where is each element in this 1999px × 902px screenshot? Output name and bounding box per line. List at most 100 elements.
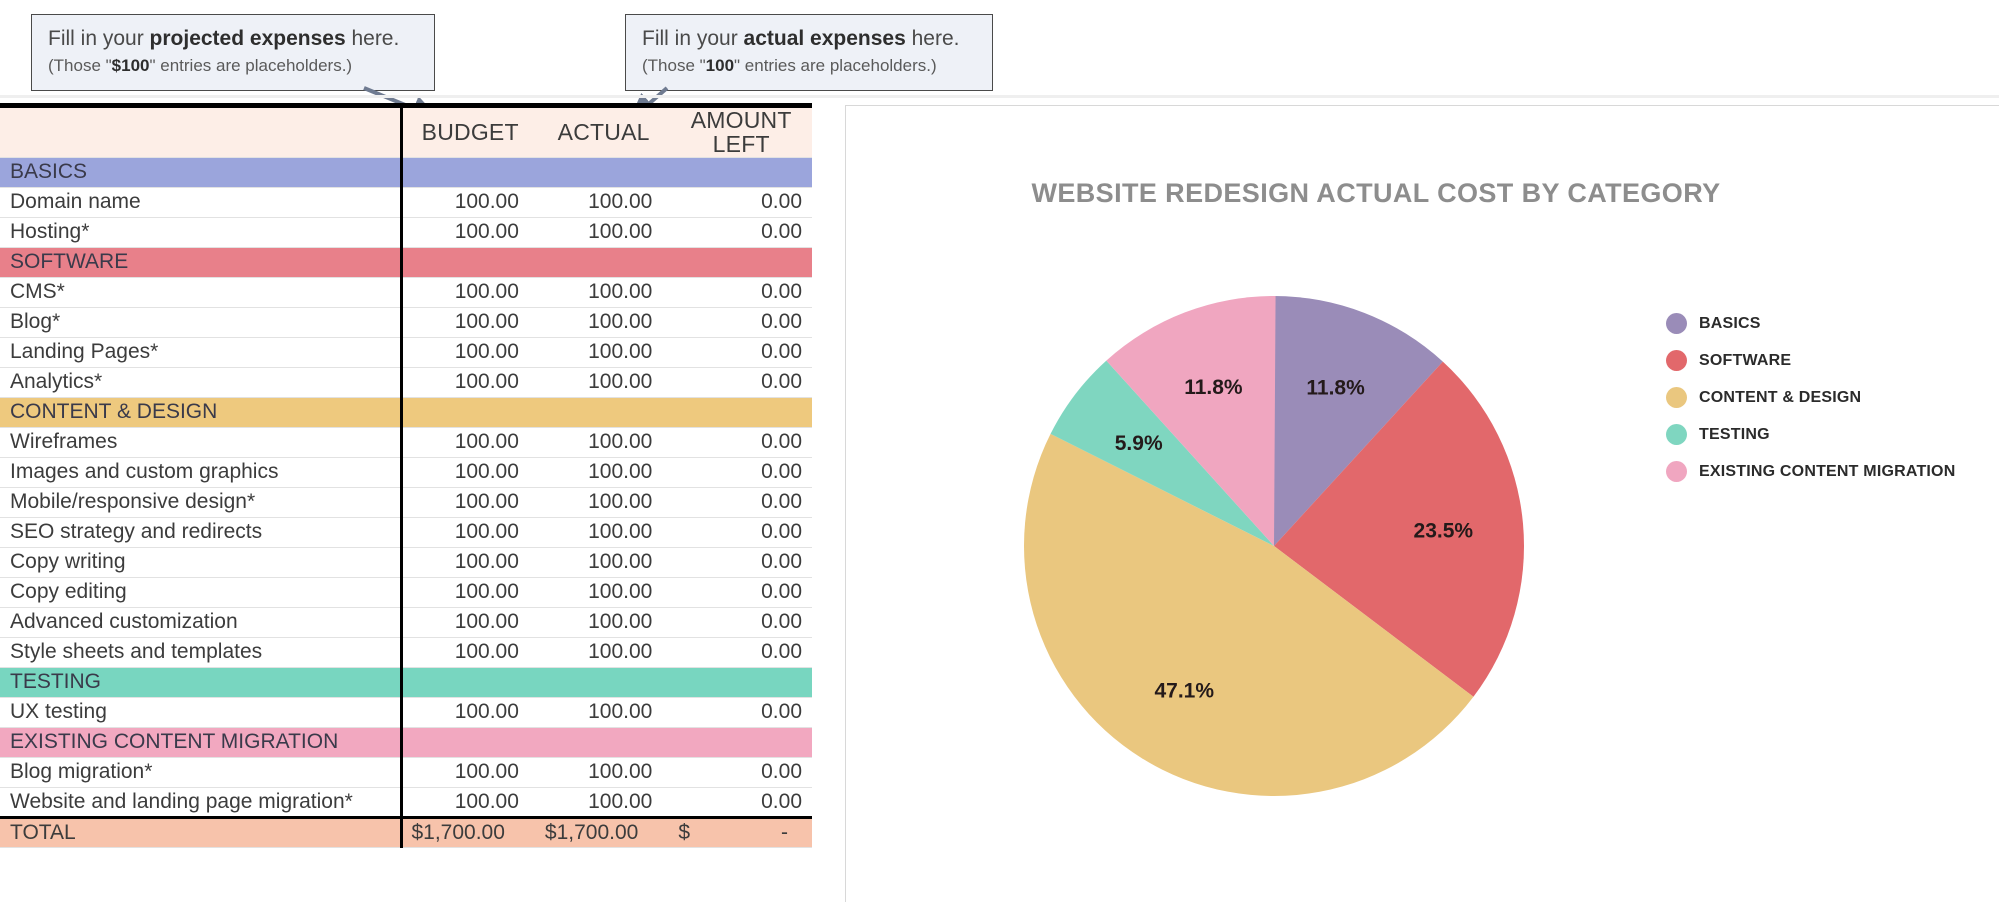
section-header-filler [537,397,670,427]
callout-actual-line2: (Those "100" entries are placeholders.) [642,55,978,78]
line-item-amount-left[interactable]: 0.00 [670,337,812,367]
section-header-filler [402,157,537,187]
line-item-amount-left[interactable]: 0.00 [670,367,812,397]
line-item-actual[interactable]: 100.00 [537,607,670,637]
line-item-actual[interactable]: 100.00 [537,337,670,367]
section-header-row: SOFTWARE [0,247,812,277]
table-row: Wireframes100.00100.000.00 [0,427,812,457]
total-budget-value: 1,700.00 [423,821,505,845]
line-item-budget[interactable]: 100.00 [402,367,537,397]
section-header-filler [670,727,812,757]
line-item-budget[interactable]: 100.00 [402,427,537,457]
legend-label: CONTENT & DESIGN [1699,389,1861,407]
line-item-label: Landing Pages* [0,337,402,367]
line-item-budget[interactable]: 100.00 [402,637,537,667]
line-item-amount-left[interactable]: 0.00 [670,487,812,517]
line-item-budget[interactable]: 100.00 [402,337,537,367]
line-item-amount-left[interactable]: 0.00 [670,607,812,637]
line-item-budget[interactable]: 100.00 [402,757,537,787]
line-item-amount-left[interactable]: 0.00 [670,187,812,217]
total-actual-value: 1,700.00 [557,821,639,845]
pie-slice-label: 47.1% [1154,679,1214,702]
line-item-actual[interactable]: 100.00 [537,577,670,607]
legend-label: BASICS [1699,315,1761,333]
line-item-budget[interactable]: 100.00 [402,187,537,217]
callout-projected-expenses: Fill in your projected expenses here. (T… [31,14,435,91]
line-item-actual[interactable]: 100.00 [537,697,670,727]
legend-label: TESTING [1699,426,1770,444]
line-item-label: Advanced customization [0,607,402,637]
line-item-label: Blog* [0,307,402,337]
callout-actual-expenses: Fill in your actual expenses here. (Thos… [625,14,993,91]
line-item-amount-left[interactable]: 0.00 [670,757,812,787]
line-item-budget[interactable]: 100.00 [402,607,537,637]
line-item-amount-left[interactable]: 0.00 [670,637,812,667]
line-item-amount-left[interactable]: 0.00 [670,427,812,457]
line-item-budget[interactable]: 100.00 [402,577,537,607]
line-item-amount-left[interactable]: 0.00 [670,547,812,577]
line-item-actual[interactable]: 100.00 [537,367,670,397]
line-item-amount-left[interactable]: 0.00 [670,457,812,487]
line-item-label: Images and custom graphics [0,457,402,487]
total-budget-symbol: $ [411,821,423,845]
total-budget: $1,700.00 [402,817,537,847]
legend-item[interactable]: BASICS [1666,313,1955,334]
line-item-label: Style sheets and templates [0,637,402,667]
line-item-label: UX testing [0,697,402,727]
pie-slice-label: 11.8% [1184,376,1243,399]
pie-slice-label: 5.9% [1115,432,1163,455]
line-item-actual[interactable]: 100.00 [537,307,670,337]
table-row: Copy writing100.00100.000.00 [0,547,812,577]
line-item-amount-left[interactable]: 0.00 [670,697,812,727]
section-header-label: SOFTWARE [0,247,402,277]
line-item-amount-left[interactable]: 0.00 [670,517,812,547]
table-header: BUDGET ACTUAL AMOUNT LEFT [0,107,812,158]
line-item-budget[interactable]: 100.00 [402,697,537,727]
line-item-budget[interactable]: 100.00 [402,457,537,487]
table-row: Analytics*100.00100.000.00 [0,367,812,397]
table-row: Blog*100.00100.000.00 [0,307,812,337]
section-header-filler [670,667,812,697]
line-item-budget[interactable]: 100.00 [402,787,537,817]
total-amount-left-value: - [781,821,788,845]
line-item-label: Domain name [0,187,402,217]
line-item-actual[interactable]: 100.00 [537,487,670,517]
line-item-budget[interactable]: 100.00 [402,307,537,337]
callout-projected-line2: (Those "$100" entries are placeholders.) [48,55,420,78]
line-item-actual[interactable]: 100.00 [537,637,670,667]
line-item-amount-left[interactable]: 0.00 [670,277,812,307]
table-row: Mobile/responsive design*100.00100.000.0… [0,487,812,517]
chart-legend: BASICS SOFTWARE CONTENT & DESIGN TESTING EXI… [1666,313,1955,482]
line-item-label: Website and landing page migration* [0,787,402,817]
line-item-amount-left[interactable]: 0.00 [670,787,812,817]
line-item-budget[interactable]: 100.00 [402,517,537,547]
legend-swatch-icon [1666,313,1687,334]
line-item-budget[interactable]: 100.00 [402,547,537,577]
total-actual-symbol: $ [545,821,557,845]
line-item-label: Blog migration* [0,757,402,787]
line-item-actual[interactable]: 100.00 [537,457,670,487]
line-item-actual[interactable]: 100.00 [537,217,670,247]
line-item-actual[interactable]: 100.00 [537,277,670,307]
legend-item[interactable]: CONTENT & DESIGN [1666,387,1955,408]
table-row: CMS*100.00100.000.00 [0,277,812,307]
legend-item[interactable]: TESTING [1666,424,1955,445]
line-item-amount-left[interactable]: 0.00 [670,577,812,607]
line-item-actual[interactable]: 100.00 [537,187,670,217]
line-item-actual[interactable]: 100.00 [537,787,670,817]
total-amount-left: $- [670,817,812,847]
line-item-actual[interactable]: 100.00 [537,547,670,577]
line-item-actual[interactable]: 100.00 [537,517,670,547]
legend-item[interactable]: SOFTWARE [1666,350,1955,371]
total-amount-left-symbol: $ [678,821,690,845]
line-item-amount-left[interactable]: 0.00 [670,217,812,247]
table-row: SEO strategy and redirects100.00100.000.… [0,517,812,547]
line-item-budget[interactable]: 100.00 [402,487,537,517]
line-item-actual[interactable]: 100.00 [537,757,670,787]
line-item-amount-left[interactable]: 0.00 [670,307,812,337]
line-item-budget[interactable]: 100.00 [402,277,537,307]
section-header-filler [670,157,812,187]
legend-item[interactable]: EXISTING CONTENT MIGRATION [1666,461,1955,482]
line-item-actual[interactable]: 100.00 [537,427,670,457]
line-item-budget[interactable]: 100.00 [402,217,537,247]
